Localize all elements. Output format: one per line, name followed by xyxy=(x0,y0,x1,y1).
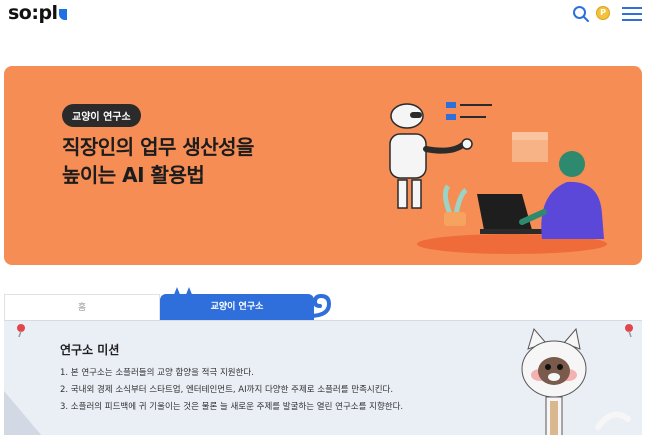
box-illustration xyxy=(512,132,548,162)
banner-illustration xyxy=(389,102,607,254)
cat-mascot-illustration xyxy=(521,327,631,435)
list-item: 3. 소플러의 피드백에 귀 기울이는 것은 물론 늘 새로운 주제를 발굴하는… xyxy=(60,402,404,412)
plant-illustration xyxy=(442,184,468,226)
tail-decoration xyxy=(307,293,332,318)
page-fold-decoration xyxy=(4,391,42,435)
checklist-icon xyxy=(446,102,492,120)
coin-icon[interactable]: P xyxy=(596,6,610,20)
banner-tag: 교양이 연구소 xyxy=(62,104,141,127)
robot-illustration xyxy=(389,103,473,209)
logo-text[interactable]: so:pl xyxy=(8,2,58,24)
logo[interactable]: so:pl xyxy=(8,2,67,24)
person-illustration xyxy=(519,151,604,239)
tab-home[interactable]: 홈 xyxy=(4,294,160,320)
logo-mark xyxy=(58,9,67,20)
promo-banner[interactable]: 교양이 연구소 직장인의 업무 생산성을 높이는 AI 활용법 xyxy=(4,66,642,265)
mission-panel: 연구소 미션 1. 본 연구소는 소플러들의 교양 함양을 적극 지원한다. 2… xyxy=(4,320,642,435)
banner-title-line2: 높이는 AI 활용법 xyxy=(62,163,205,187)
banner-title-line1: 직장인의 업무 생산성을 xyxy=(62,135,254,159)
mission-list: 1. 본 연구소는 소플러들의 교양 함양을 적극 지원한다. 2. 국내외 경… xyxy=(60,365,403,416)
menu-icon[interactable] xyxy=(622,7,642,21)
pushpin-icon xyxy=(17,324,25,337)
banner-title: 직장인의 업무 생산성을 높이는 AI 활용법 xyxy=(62,133,254,189)
mission-title: 연구소 미션 xyxy=(60,343,120,357)
tab-research-lab[interactable]: 교양이 연구소 xyxy=(160,294,314,320)
tab-bar: 홈 교양이 연구소 xyxy=(4,287,642,320)
list-item: 2. 국내외 경제 소식부터 스타트업, 엔터테인먼트, AI까지 다양한 주제… xyxy=(60,385,394,395)
top-header: so:pl P xyxy=(0,0,647,30)
search-icon[interactable] xyxy=(572,5,590,23)
coin-label: P xyxy=(600,8,606,17)
list-item: 1. 본 연구소는 소플러들의 교양 함양을 적극 지원한다. xyxy=(60,368,254,378)
